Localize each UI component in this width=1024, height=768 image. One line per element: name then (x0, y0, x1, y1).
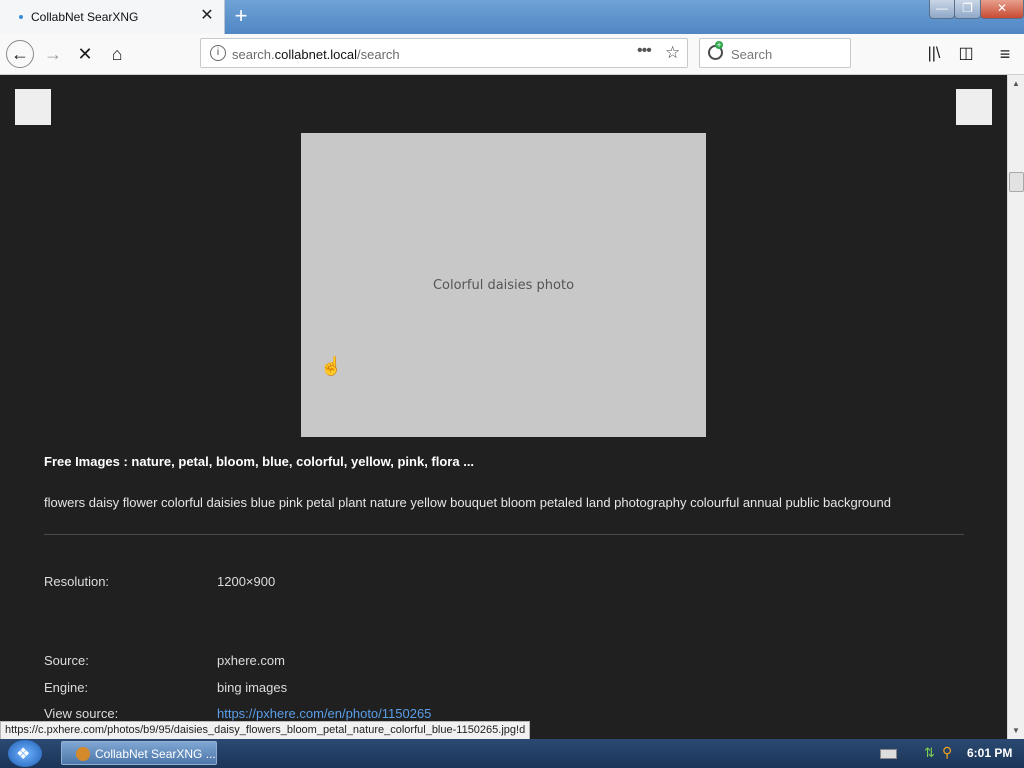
source-label: Source: (44, 653, 89, 668)
back-arrow-icon[interactable]: ← (6, 40, 34, 68)
url-domain: collabnet.local (274, 47, 358, 62)
add-search-engine-icon: + (715, 40, 723, 50)
engine-label: Engine: (44, 680, 89, 695)
scroll-down-icon[interactable]: ▼ (1008, 722, 1024, 739)
page-actions-icon[interactable]: ••• (637, 42, 652, 60)
restore-button[interactable]: ❐ (954, 0, 981, 19)
previous-image-button[interactable] (15, 89, 51, 125)
main-image-label: Colorful daisies photo (432, 277, 575, 293)
search-bar[interactable]: + Search (699, 38, 851, 68)
navigation-bar: ← → ✕ ⌂ i search.collabnet.local/search … (0, 34, 1024, 75)
url-text[interactable]: search.collabnet.local/search (232, 47, 400, 62)
search-tray-icon[interactable]: ⚲ (942, 744, 952, 761)
new-tab-button[interactable]: + (230, 4, 252, 28)
engine-value: bing images (217, 680, 288, 695)
home-icon[interactable]: ⌂ (104, 41, 130, 67)
tab-loading-icon (19, 15, 23, 19)
bookmark-star-icon[interactable]: ☆ (665, 43, 680, 63)
info-icon[interactable]: i (210, 45, 226, 61)
main-image[interactable]: Colorful daisies photo (301, 133, 706, 437)
firefox-icon (76, 747, 90, 761)
start-button[interactable]: ❖ (8, 740, 42, 767)
status-url-tooltip: https://c.pxhere.com/photos/b9/95/daisie… (0, 721, 531, 740)
resolution-label: Resolution: (44, 574, 110, 589)
divider (44, 534, 964, 535)
tab-title: CollabNet SearXNG (31, 10, 139, 24)
stop-icon[interactable]: ✕ (72, 41, 98, 67)
hamburger-menu-icon[interactable]: ≡ (992, 41, 1018, 67)
minimize-button[interactable]: — (929, 0, 955, 19)
search-placeholder: Search (731, 47, 773, 62)
taskbar-item-browser[interactable]: CollabNet SearXNG ... (61, 741, 217, 765)
windows-logo-icon: ❖ (16, 746, 31, 763)
address-bar[interactable]: i search.collabnet.local/search ••• ☆ (200, 38, 688, 68)
resolution-value: 1200×900 (217, 574, 276, 589)
tab-collabnet-searxng[interactable]: CollabNet SearXNG ✕ (0, 0, 225, 34)
url-path: /search (357, 47, 400, 62)
view-source-link[interactable]: https://pxhere.com/en/photo/1150265 (217, 706, 431, 721)
network-icon[interactable]: ⇅ (924, 745, 935, 761)
title-bar: CollabNet SearXNG ✕ + — ❐ ✕ (0, 0, 1024, 34)
scroll-up-icon[interactable]: ▲ (1008, 75, 1024, 92)
view-source-label: View source: (44, 706, 119, 721)
url-prefix: search. (232, 47, 275, 62)
close-window-button[interactable]: ✕ (980, 0, 1024, 19)
sidebar-icon[interactable]: ◫ (953, 41, 979, 67)
forward-arrow-icon[interactable]: → (40, 41, 66, 67)
vertical-scrollbar[interactable]: ▲ ▼ (1007, 75, 1024, 739)
image-title[interactable]: Free Images : nature, petal, bloom, blue… (44, 454, 474, 469)
close-detail-button[interactable] (956, 89, 992, 125)
view-source-value: https://pxhere.com/en/photo/1150265 (217, 706, 431, 721)
page-content: Colorful daisies photo ☝ Free Images : n… (0, 75, 1007, 722)
tab-close-icon[interactable]: ✕ (200, 7, 214, 25)
clock[interactable]: 6:01 PM (967, 746, 1012, 760)
image-description: flowers daisy flower colorful daisies bl… (44, 495, 891, 510)
mouse-cursor-icon: ☝ (320, 356, 343, 376)
library-icon[interactable]: ||\ (921, 41, 947, 67)
source-value: pxhere.com (217, 653, 285, 668)
keyboard-icon[interactable] (880, 749, 897, 759)
taskbar-item-label: CollabNet SearXNG ... (95, 747, 216, 761)
taskbar: ❖ CollabNet SearXNG ... ⇅ ⚲ 6:01 PM (0, 739, 1024, 768)
scroll-thumb[interactable] (1009, 172, 1024, 192)
